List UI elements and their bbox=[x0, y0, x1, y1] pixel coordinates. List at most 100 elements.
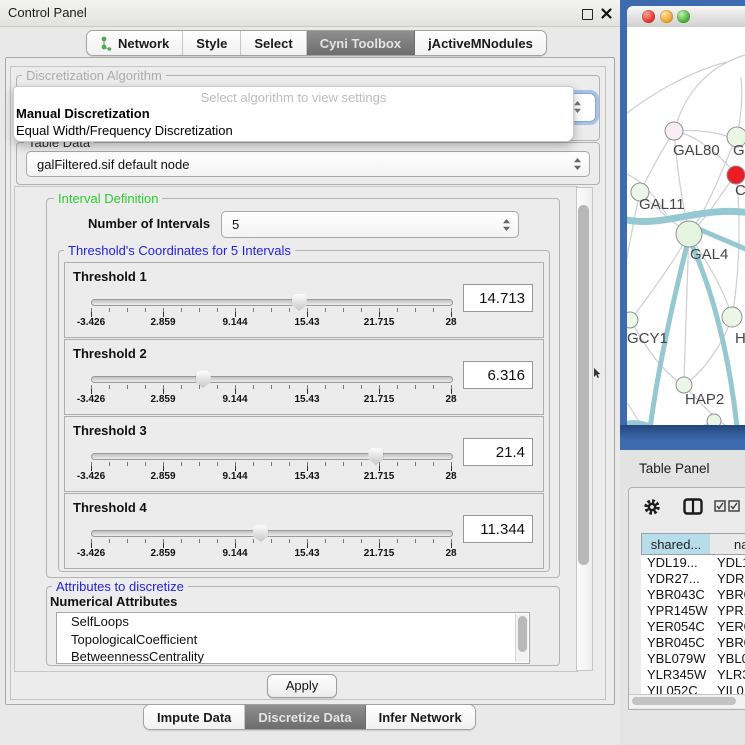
tab-jactivemnodules[interactable]: jActiveMNodules bbox=[415, 31, 546, 55]
cell[interactable]: YDL19... bbox=[641, 555, 711, 571]
tab-label: Impute Data bbox=[157, 710, 231, 725]
tick-label: 9.144 bbox=[222, 471, 247, 482]
threshold-2-panel: Threshold 2 -3.426 2.859 9.144 15.43 21.… bbox=[64, 339, 544, 415]
panel-title: Control Panel bbox=[8, 0, 87, 26]
number-of-intervals-combo[interactable]: 5 bbox=[221, 211, 519, 238]
cell[interactable]: YER0 bbox=[711, 619, 745, 635]
number-of-intervals-label: Number of Intervals bbox=[88, 216, 210, 231]
control-panel: Control Panel Network Style Select Cyni … bbox=[0, 0, 620, 745]
checkbox-icon[interactable] bbox=[714, 500, 726, 512]
popup-item-equal-width[interactable]: Equal Width/Frequency Discretization bbox=[16, 123, 233, 138]
table-panel-title: Table Panel bbox=[639, 461, 710, 476]
cell[interactable]: YBL0 bbox=[711, 651, 745, 667]
node-bottom-partial[interactable] bbox=[707, 414, 721, 425]
node-gal80[interactable] bbox=[665, 122, 683, 140]
cell[interactable]: YPR145W bbox=[641, 603, 711, 619]
network-graph: GAL80 GA C GAL11 GAL4 GCY1 H HAP2 bbox=[627, 27, 745, 425]
tick-label: 2.859 bbox=[150, 548, 175, 559]
gear-icon[interactable] bbox=[643, 498, 661, 516]
column-header-name[interactable]: na bbox=[710, 533, 745, 555]
cell[interactable]: YDR2 bbox=[711, 571, 745, 587]
tab-cyni-toolbox[interactable]: Cyni Toolbox bbox=[307, 31, 415, 55]
threshold-2-value[interactable]: 6.316 bbox=[463, 361, 533, 389]
split-view-icon[interactable] bbox=[683, 498, 703, 515]
list-item[interactable]: BetweennessCentrality bbox=[57, 648, 529, 664]
tab-select[interactable]: Select bbox=[241, 31, 306, 55]
cell[interactable]: YDR27... bbox=[641, 571, 711, 587]
tick-label: 9.144 bbox=[222, 394, 247, 405]
cell[interactable]: YBR045C bbox=[641, 635, 711, 651]
cell[interactable]: YBL079W bbox=[641, 651, 711, 667]
list-item[interactable]: SelfLoops bbox=[57, 613, 529, 631]
threshold-3-panel: Threshold 3 -3.426 2.859 9.144 15.43 21.… bbox=[64, 416, 544, 492]
tab-style[interactable]: Style bbox=[183, 31, 241, 55]
threshold-1-value[interactable]: 14.713 bbox=[463, 284, 533, 312]
list-item[interactable]: TopologicalCoefficient bbox=[57, 631, 529, 649]
scrollbar-thumb[interactable] bbox=[578, 205, 589, 565]
network-icon bbox=[100, 36, 113, 51]
discretization-algorithm-title: Discretization Algorithm bbox=[22, 69, 166, 82]
control-panel-titlebar: Control Panel bbox=[0, 0, 620, 27]
threshold-4-value[interactable]: 11.344 bbox=[463, 515, 533, 543]
horizontal-scrollbar[interactable] bbox=[629, 694, 745, 708]
threshold-3-value[interactable]: 21.4 bbox=[463, 438, 533, 466]
thresholds-group-title: Threshold's Coordinates for 5 Intervals bbox=[64, 244, 295, 257]
network-canvas[interactable]: GAL80 GA C GAL11 GAL4 GCY1 H HAP2 bbox=[627, 27, 745, 425]
tick-label: 21.715 bbox=[364, 471, 395, 482]
tick-label: -3.426 bbox=[77, 548, 105, 559]
numerical-attributes-list[interactable]: SelfLoops TopologicalCoefficient Between… bbox=[56, 612, 530, 664]
zoom-button[interactable] bbox=[677, 10, 690, 23]
table-data-combo[interactable]: galFiltered.sif default node bbox=[26, 151, 590, 177]
network-window-titlebar[interactable] bbox=[627, 6, 745, 28]
cell[interactable]: YLR345W bbox=[641, 667, 711, 683]
cell[interactable]: YLR3 bbox=[711, 667, 745, 683]
bottom-tab-bar: Impute Data Discretize Data Infer Networ… bbox=[143, 704, 476, 730]
list-scrollbar[interactable] bbox=[515, 614, 528, 662]
float-window-icon[interactable] bbox=[582, 9, 593, 20]
close-button[interactable] bbox=[642, 10, 655, 23]
label-gcy1: GCY1 bbox=[627, 330, 668, 347]
list-scrollbar-thumb[interactable] bbox=[518, 616, 527, 652]
table-row[interactable]: YDR27...YDR2 bbox=[641, 571, 745, 587]
node-clipped-right[interactable] bbox=[722, 307, 742, 327]
tab-network[interactable]: Network bbox=[87, 31, 183, 55]
popup-item-manual-discretization[interactable]: Manual Discretization bbox=[16, 106, 150, 121]
table-row[interactable]: YBR045CYBR0 bbox=[641, 635, 745, 651]
table-row[interactable]: YLR345WYLR3 bbox=[641, 667, 745, 683]
tick-label: 15.43 bbox=[294, 394, 319, 405]
minimize-button[interactable] bbox=[660, 10, 673, 23]
cell[interactable]: YER054C bbox=[641, 619, 711, 635]
label-gal4: GAL4 bbox=[690, 246, 728, 263]
threshold-4-label: Threshold 4 bbox=[73, 500, 147, 515]
tab-impute-data[interactable]: Impute Data bbox=[144, 705, 245, 729]
table-row[interactable]: YBL079WYBL0 bbox=[641, 651, 745, 667]
cell[interactable]: YBR0 bbox=[711, 635, 745, 651]
cell[interactable]: YBR043C bbox=[641, 587, 711, 603]
table-row[interactable]: YER054CYER0 bbox=[641, 619, 745, 635]
cell[interactable]: YPR1 bbox=[711, 603, 745, 619]
network-nodes[interactable] bbox=[627, 122, 745, 425]
vertical-scrollbar[interactable] bbox=[576, 187, 593, 671]
tick-label: 9.144 bbox=[222, 548, 247, 559]
cell[interactable]: YDL1 bbox=[711, 555, 745, 571]
threshold-2-label: Threshold 2 bbox=[73, 346, 147, 361]
node-gcy1[interactable] bbox=[627, 312, 638, 328]
table-row[interactable]: YPR145WYPR1 bbox=[641, 603, 745, 619]
threshold-4-panel: Threshold 4 -3.426 2.859 9.144 15.43 21.… bbox=[64, 493, 544, 569]
apply-button[interactable]: Apply bbox=[267, 674, 337, 698]
label-clipped-mid: C bbox=[735, 182, 745, 199]
close-icon[interactable] bbox=[601, 8, 612, 19]
table-row[interactable]: YDL19...YDL1 bbox=[641, 555, 745, 571]
checkbox-icon[interactable] bbox=[728, 500, 740, 512]
cell[interactable]: YBR0 bbox=[711, 587, 745, 603]
tab-infer-network[interactable]: Infer Network bbox=[366, 705, 475, 729]
tab-label: Network bbox=[118, 36, 169, 51]
column-header-shared-name[interactable]: shared... bbox=[641, 533, 711, 555]
node-gal4[interactable] bbox=[676, 221, 702, 247]
scrollbar-thumb[interactable] bbox=[632, 697, 736, 705]
tab-discretize-data[interactable]: Discretize Data bbox=[245, 705, 365, 729]
tick-label: 28 bbox=[445, 394, 456, 405]
slider-ticks bbox=[91, 539, 452, 548]
tick-label: 15.43 bbox=[294, 471, 319, 482]
table-row[interactable]: YBR043CYBR0 bbox=[641, 587, 745, 603]
